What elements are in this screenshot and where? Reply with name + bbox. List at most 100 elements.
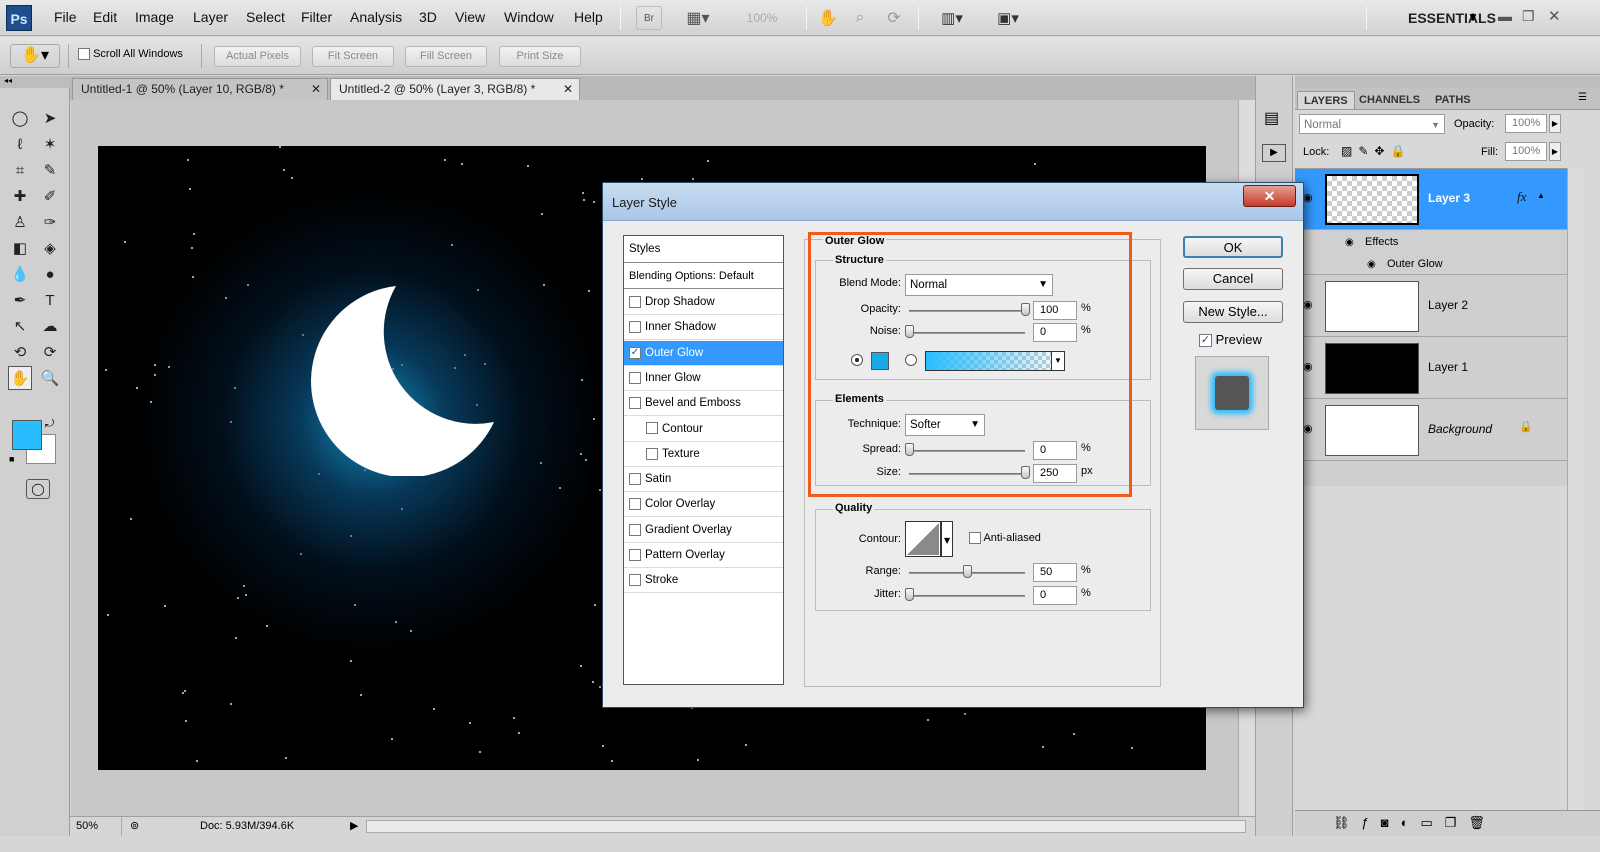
menu-analysis[interactable]: Analysis	[350, 9, 402, 25]
lock-icons[interactable]: ▨✎✥🔒	[1341, 144, 1411, 158]
arrange-documents-icon[interactable]: ▥▾	[932, 6, 972, 30]
pen-tool-icon[interactable]: ✒	[8, 288, 32, 312]
print-size-button[interactable]: Print Size	[499, 46, 581, 67]
dialog-title-bar[interactable]: Layer Style ✕	[603, 183, 1303, 221]
close-tab-icon[interactable]: ✕	[563, 79, 573, 100]
style-item-outer-glow[interactable]: ✓ Outer Glow	[624, 340, 783, 366]
checkbox-icon[interactable]	[646, 422, 658, 435]
checkbox-icon[interactable]	[969, 532, 981, 545]
eye-icon[interactable]: ◉	[1303, 360, 1313, 373]
menu-layer[interactable]: Layer	[193, 9, 228, 25]
checkbox-icon[interactable]	[646, 447, 658, 460]
style-item-color-overlay[interactable]: Color Overlay	[624, 492, 783, 518]
hand-icon[interactable]: ✋	[816, 6, 840, 30]
3d-rotate-tool-icon[interactable]: ⟲	[8, 340, 32, 364]
chevron-right-icon[interactable]: ▶	[1549, 142, 1561, 161]
style-item-bevel-and-emboss[interactable]: Bevel and Emboss	[624, 391, 783, 417]
healing-brush-tool-icon[interactable]: ✚	[8, 184, 32, 208]
horizontal-scrollbar[interactable]	[366, 820, 1246, 833]
scroll-all-windows-checkbox[interactable]: Scroll All Windows	[78, 48, 183, 61]
swap-colors-icon[interactable]: ⤾	[45, 418, 54, 431]
actual-pixels-button[interactable]: Actual Pixels	[214, 46, 301, 67]
jitter-input[interactable]: 0	[1033, 586, 1077, 605]
layer-row-layer-1[interactable]: ◉ Layer 1	[1295, 338, 1567, 399]
ok-button[interactable]: OK	[1183, 236, 1283, 258]
layers-scrollbar[interactable]	[1567, 168, 1584, 810]
layer-row-layer-2[interactable]: ◉ Layer 2	[1295, 276, 1567, 337]
restore-icon[interactable]: ❐	[1522, 8, 1535, 25]
hand-tool-icon[interactable]: ✋	[8, 366, 32, 390]
zoom-level-dropdown[interactable]: 100%	[734, 6, 790, 30]
style-item-inner-shadow[interactable]: Inner Shadow	[624, 315, 783, 341]
checkbox-icon[interactable]	[629, 371, 641, 384]
range-input[interactable]: 50	[1033, 563, 1077, 582]
menu-filter[interactable]: Filter	[301, 9, 332, 25]
close-icon[interactable]: ✕	[1548, 7, 1561, 25]
cancel-button[interactable]: Cancel	[1183, 268, 1283, 290]
move-tool-icon[interactable]: ➤	[38, 106, 62, 130]
checkbox-icon[interactable]	[629, 548, 641, 561]
eye-icon[interactable]: ◉	[1303, 422, 1313, 435]
tab-untitled-2[interactable]: Untitled-2 @ 50% (Layer 3, RGB/8) * ✕	[330, 78, 580, 100]
outer-glow-effect-label[interactable]: Outer Glow	[1387, 258, 1443, 270]
menu-view[interactable]: View	[455, 9, 485, 25]
actions-panel-icon[interactable]: ▶	[1262, 144, 1286, 162]
range-slider-handle[interactable]	[963, 565, 972, 578]
layer-row-background[interactable]: ◉ Background 🔒	[1295, 400, 1567, 461]
workspace-switcher[interactable]: ESSENTIALS	[1408, 10, 1496, 26]
clone-stamp-tool-icon[interactable]: ♙	[8, 210, 32, 234]
style-item-drop-shadow[interactable]: Drop Shadow	[624, 290, 783, 315]
menu-help[interactable]: Help	[574, 9, 603, 25]
style-item-texture[interactable]: Texture	[624, 442, 783, 467]
tab-untitled-1[interactable]: Untitled-1 @ 50% (Layer 10, RGB/8) * ✕	[72, 78, 328, 100]
checkbox-icon[interactable]	[629, 574, 641, 587]
contour-picker[interactable]: ▼	[905, 521, 953, 557]
magic-wand-tool-icon[interactable]: ✶	[38, 132, 62, 156]
menu-edit[interactable]: Edit	[93, 9, 117, 25]
custom-shape-tool-icon[interactable]: ☁	[38, 314, 62, 338]
style-item-contour[interactable]: Contour	[624, 417, 783, 442]
rotate-view-icon[interactable]: ⟳	[882, 6, 906, 30]
eye-icon[interactable]: ◉	[1367, 259, 1376, 270]
lasso-tool-icon[interactable]: ℓ	[8, 132, 32, 156]
foreground-color-swatch[interactable]	[12, 420, 42, 450]
chevron-down-icon[interactable]: ▼	[1467, 10, 1479, 24]
fill-screen-button[interactable]: Fill Screen	[405, 46, 487, 67]
history-brush-tool-icon[interactable]: ✑	[38, 210, 62, 234]
checkbox-icon[interactable]	[629, 473, 641, 486]
tab-channels[interactable]: CHANNELS	[1353, 91, 1426, 109]
tab-paths[interactable]: PATHS	[1429, 91, 1477, 109]
status-arrow-icon[interactable]: ▶	[350, 819, 358, 832]
3d-orbit-tool-icon[interactable]: ⟳	[38, 340, 62, 364]
checkbox-icon[interactable]	[629, 397, 641, 410]
checkbox-icon[interactable]	[78, 48, 90, 61]
minimize-icon[interactable]: ▬	[1498, 8, 1512, 24]
type-tool-icon[interactable]: T	[38, 288, 62, 312]
marquee-tool-icon[interactable]: ◯	[8, 106, 32, 130]
chevron-up-icon[interactable]: ▲	[1537, 191, 1545, 200]
paint-bucket-tool-icon[interactable]: ◈	[38, 236, 62, 260]
eye-icon[interactable]: ◉	[1303, 298, 1313, 311]
menu-image[interactable]: Image	[135, 9, 174, 25]
eraser-tool-icon[interactable]: ◧	[8, 236, 32, 260]
checkbox-checked-icon[interactable]: ✓	[1199, 334, 1212, 348]
eye-icon[interactable]: ◉	[1303, 191, 1313, 204]
style-item-stroke[interactable]: Stroke	[624, 568, 783, 594]
jitter-slider[interactable]	[909, 595, 1025, 597]
checkbox-icon[interactable]	[629, 321, 641, 334]
history-panel-icon[interactable]: ▤	[1264, 108, 1279, 128]
fx-icon[interactable]: fx	[1517, 189, 1526, 205]
frame-icon[interactable]: ▦▾	[676, 6, 720, 30]
checkbox-icon[interactable]	[629, 498, 641, 511]
quick-mask-icon[interactable]: ◯	[26, 479, 50, 499]
close-tab-icon[interactable]: ✕	[311, 79, 321, 100]
tab-layers[interactable]: LAYERS	[1297, 91, 1355, 109]
anti-aliased-checkbox[interactable]: Anti-aliased	[969, 532, 1041, 545]
blending-options-item[interactable]: Blending Options: Default	[624, 264, 783, 289]
default-colors-icon[interactable]: ■	[9, 454, 14, 464]
crop-tool-icon[interactable]: ⌗	[8, 158, 32, 182]
dodge-tool-icon[interactable]: ●	[38, 262, 62, 286]
layer-fill-input[interactable]: 100%	[1505, 142, 1547, 161]
style-item-inner-glow[interactable]: Inner Glow	[624, 366, 783, 391]
style-item-gradient-overlay[interactable]: Gradient Overlay	[624, 518, 783, 543]
